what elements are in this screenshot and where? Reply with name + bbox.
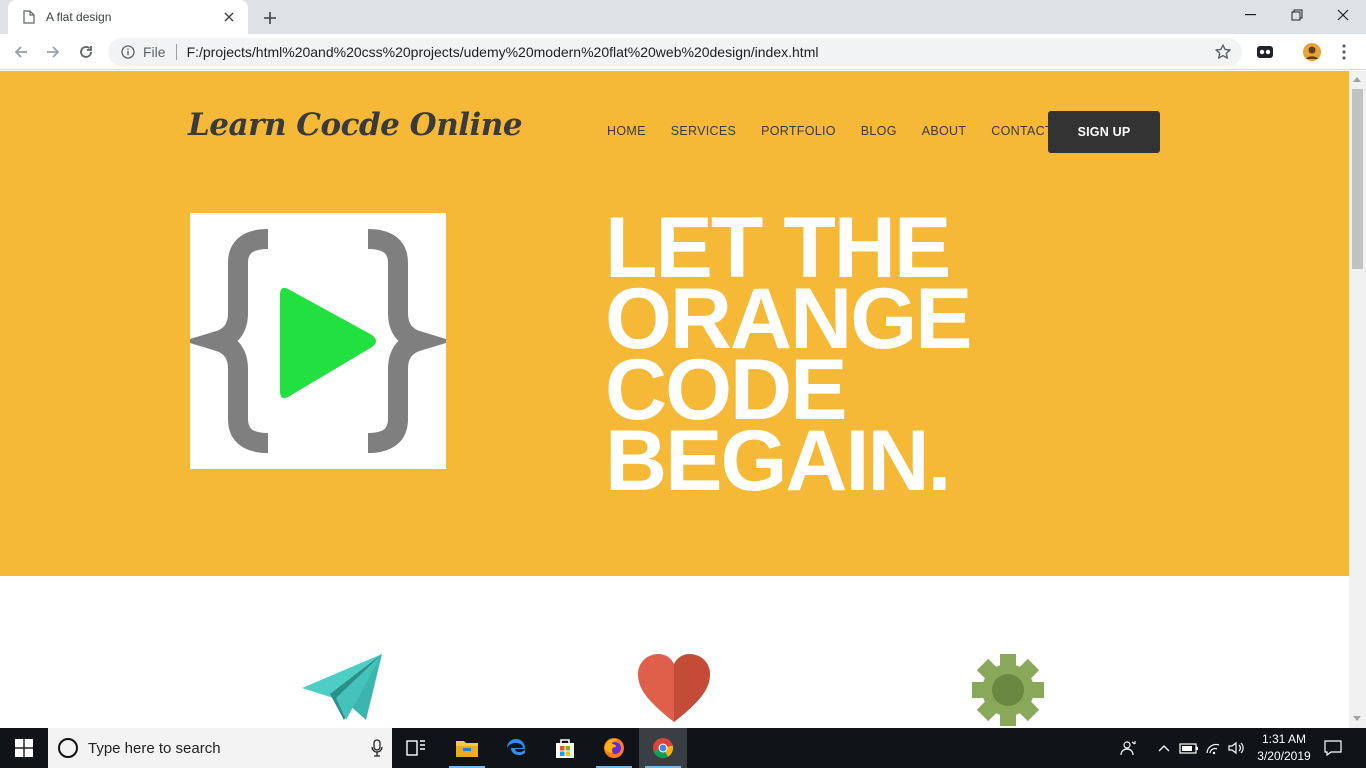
nav-item-about[interactable]: ABOUT (922, 124, 967, 138)
system-clock[interactable]: 1:31 AM 3/20/2019 (1248, 731, 1320, 765)
nav-item-portfolio[interactable]: PORTFOLIO (761, 124, 836, 138)
chevron-up-icon[interactable] (1155, 728, 1173, 768)
code-play-logo-image (183, 213, 453, 469)
file-explorer-app[interactable] (443, 728, 491, 768)
forward-button[interactable] (40, 39, 66, 65)
store-bag-icon (556, 739, 574, 758)
url-text[interactable]: F:/projects/html%20and%20css%20projects/… (187, 44, 819, 60)
page-scrollbar[interactable] (1349, 71, 1366, 728)
nav-item-contact[interactable]: CONTACT (991, 124, 1053, 138)
taskbar-search-box[interactable]: Type here to search (48, 728, 392, 768)
features-section (0, 576, 1349, 728)
nav-item-blog[interactable]: BLOG (861, 124, 897, 138)
windows-logo-icon (15, 739, 33, 757)
browser-toolbar: File F:/projects/html%20and%20css%20proj… (0, 34, 1366, 70)
extension-icon[interactable] (1255, 42, 1275, 62)
battery-icon[interactable] (1178, 728, 1200, 768)
clock-time: 1:31 AM (1261, 732, 1307, 746)
notification-center-icon[interactable] (1320, 728, 1346, 768)
hero-headline: LET THE ORANGE CODE BEGAIN. (605, 205, 1105, 509)
more-menu-icon[interactable] (1334, 42, 1354, 62)
url-divider (175, 44, 177, 60)
clock-date: 3/20/2019 (1257, 749, 1311, 763)
bookmark-star-icon[interactable] (1214, 43, 1232, 61)
new-tab-button[interactable] (258, 6, 282, 30)
hero-section: Learn Cocde Online HOME SERVICES PORTFOL… (0, 71, 1349, 576)
chrome-icon (653, 738, 674, 759)
nav-item-services[interactable]: SERVICES (671, 124, 736, 138)
info-icon[interactable] (120, 44, 136, 60)
heart-icon (636, 654, 712, 728)
scroll-thumb[interactable] (1352, 89, 1363, 269)
firefox-app[interactable] (590, 728, 638, 768)
site-logo[interactable]: Learn Cocde Online (188, 107, 523, 143)
signup-button[interactable]: SIGN UP (1048, 111, 1160, 153)
browser-tab[interactable]: A flat design (8, 0, 248, 34)
scroll-down-arrow[interactable] (1353, 716, 1361, 721)
windows-taskbar: Type here to search 1:31 AM 3/20/2019 (0, 728, 1366, 768)
chrome-app[interactable] (639, 728, 687, 768)
nav-item-home[interactable]: HOME (607, 124, 646, 138)
microphone-icon[interactable] (362, 733, 392, 763)
people-icon[interactable] (1116, 728, 1142, 768)
gear-icon (972, 654, 1044, 728)
page-viewport: Learn Cocde Online HOME SERVICES PORTFOL… (0, 71, 1349, 728)
close-tab-icon[interactable] (220, 8, 238, 26)
tab-title: A flat design (46, 10, 112, 24)
folder-icon (456, 741, 478, 757)
scroll-up-arrow[interactable] (1353, 77, 1361, 82)
reload-button[interactable] (73, 39, 99, 65)
edge-browser-app[interactable] (492, 728, 540, 768)
wifi-icon[interactable] (1203, 728, 1225, 768)
restore-button[interactable] (1274, 0, 1320, 30)
microsoft-store-app[interactable] (541, 728, 589, 768)
firefox-icon (604, 738, 624, 758)
edge-icon (507, 739, 525, 755)
start-button[interactable] (0, 728, 48, 768)
profile-avatar[interactable] (1302, 42, 1322, 62)
cortana-icon (58, 738, 78, 758)
address-bar[interactable]: File F:/projects/html%20and%20css%20proj… (108, 38, 1242, 66)
minimize-button[interactable] (1228, 0, 1274, 30)
tab-strip: A flat design (0, 0, 1366, 34)
document-icon (22, 10, 36, 24)
url-scheme: File (143, 44, 166, 60)
taskbar-search-placeholder: Type here to search (88, 739, 221, 757)
task-view-icon (406, 740, 425, 756)
main-nav: HOME SERVICES PORTFOLIO BLOG ABOUT CONTA… (607, 124, 1078, 138)
paper-plane-icon (300, 654, 384, 728)
back-button[interactable] (8, 39, 34, 65)
headline-line: BEGAIN. (605, 413, 951, 509)
task-view-button[interactable] (392, 728, 440, 768)
close-window-button[interactable] (1320, 0, 1366, 30)
volume-icon[interactable] (1226, 728, 1248, 768)
